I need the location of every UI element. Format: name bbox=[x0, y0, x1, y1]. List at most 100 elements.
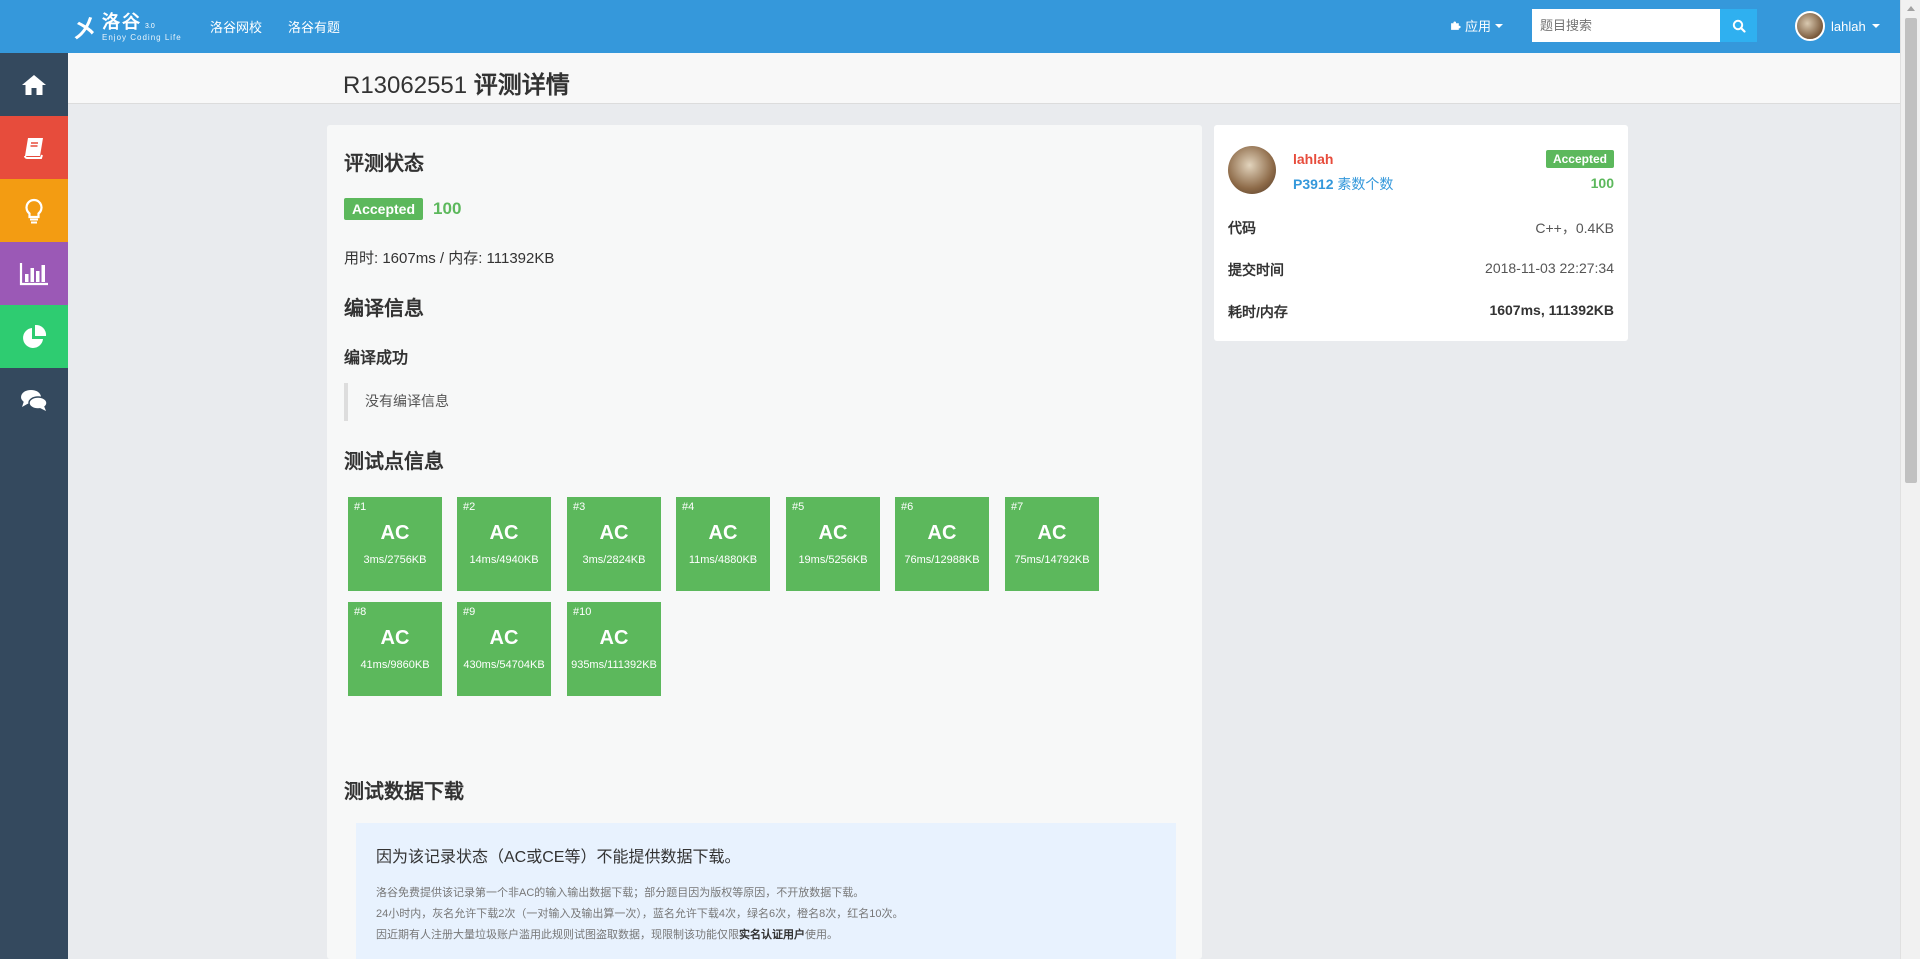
testcase-result: AC bbox=[380, 522, 410, 544]
search-icon bbox=[1732, 19, 1746, 33]
testcase-id: #5 bbox=[792, 501, 805, 513]
sidebar-item-training[interactable] bbox=[0, 179, 68, 242]
page-scrollbar[interactable] bbox=[1900, 0, 1920, 959]
testcase-id: #2 bbox=[463, 501, 476, 513]
search-button[interactable] bbox=[1720, 9, 1757, 42]
search-bar bbox=[1532, 9, 1757, 42]
testcase-result: AC bbox=[1037, 522, 1067, 544]
testcase-id: #6 bbox=[901, 501, 914, 513]
testcase-result: AC bbox=[489, 627, 519, 649]
status-badge: Accepted bbox=[1545, 150, 1614, 168]
testcase-detail: 75ms/14792KB bbox=[1014, 554, 1090, 566]
testcase-9[interactable]: #9 AC 430ms/54704KB bbox=[457, 602, 551, 696]
logo-text: 洛谷 3.0 Enjoy Coding Life bbox=[102, 13, 182, 42]
logo-en: Enjoy Coding Life bbox=[102, 32, 182, 42]
download-main-text: 因为该记录状态（AC或CE等）不能提供数据下载。 bbox=[376, 849, 741, 866]
compile-result: 编译成功 bbox=[344, 350, 409, 367]
summary-problem-link[interactable]: P3912 素数个数 bbox=[1293, 174, 1393, 194]
testcase-id: #3 bbox=[573, 501, 586, 513]
book-icon bbox=[24, 137, 43, 159]
puzzle-icon bbox=[1451, 21, 1461, 30]
testcase-10[interactable]: #10 AC 935ms/111392KB bbox=[567, 602, 661, 696]
scroll-up-arrow[interactable] bbox=[1907, 6, 1915, 11]
testcase-1[interactable]: #1 AC 3ms/2756KB bbox=[348, 497, 442, 591]
testcase-id: #7 bbox=[1011, 501, 1024, 513]
testcase-4[interactable]: #4 AC 11ms/4880KB bbox=[676, 497, 770, 591]
scrollbar-thumb[interactable] bbox=[1905, 18, 1917, 483]
logo-version: 3.0 bbox=[145, 22, 155, 30]
nav-link-school[interactable]: 洛谷网校 bbox=[210, 17, 262, 36]
summary-row-code: 代码 C++，0.4KB bbox=[1228, 218, 1614, 238]
nav-link-problems[interactable]: 洛谷有题 bbox=[288, 17, 340, 36]
testcase-id: #10 bbox=[573, 606, 592, 618]
bulb-icon bbox=[25, 198, 43, 223]
caret-down-icon bbox=[1871, 24, 1880, 28]
logo-cn: 洛谷 bbox=[102, 11, 143, 32]
note3-post: 使用。 bbox=[805, 929, 838, 941]
status-badge: Accepted bbox=[344, 198, 424, 220]
record-id: R13062551 bbox=[343, 72, 468, 99]
chat-icon bbox=[21, 389, 48, 411]
testcase-result: AC bbox=[599, 627, 629, 649]
sidebar-item-discuss[interactable] bbox=[0, 368, 68, 431]
summary-value: 1607ms, 111392KB bbox=[1489, 302, 1614, 318]
avatar bbox=[1795, 11, 1825, 41]
usage-text: 用时: 1607ms / 内存: 111392KB bbox=[344, 250, 555, 267]
summary-key: 代码 bbox=[1228, 220, 1256, 236]
testcase-result: AC bbox=[599, 522, 629, 544]
testcase-8[interactable]: #8 AC 41ms/9860KB bbox=[348, 602, 442, 696]
testcase-result: AC bbox=[927, 522, 957, 544]
problem-id: P3912 bbox=[1293, 176, 1334, 192]
record-detail-card: 评测状态 Accepted 100 用时: 1607ms / 内存: 11139… bbox=[327, 125, 1202, 959]
luogu-logo[interactable]: 㐅 洛谷 3.0 Enjoy Coding Life bbox=[72, 8, 182, 46]
apps-menu[interactable]: 应用 bbox=[1450, 16, 1504, 35]
testcase-id: #9 bbox=[463, 606, 476, 618]
testcase-id: #1 bbox=[354, 501, 367, 513]
summary-value: 2018-11-03 22:27:34 bbox=[1485, 260, 1614, 276]
testcase-detail: 19ms/5256KB bbox=[798, 554, 868, 566]
page-header: R13062551 评测详情 bbox=[68, 53, 1900, 104]
summary-row-time-memory: 耗时/内存 1607ms, 111392KB bbox=[1228, 302, 1614, 322]
status-row: Accepted 100 bbox=[344, 198, 461, 220]
testcase-7[interactable]: #7 AC 75ms/14792KB bbox=[1005, 497, 1099, 591]
search-input[interactable] bbox=[1532, 9, 1720, 42]
sidebar-item-home[interactable] bbox=[0, 53, 68, 116]
summary-username[interactable]: lahlah bbox=[1293, 151, 1333, 167]
testcase-detail: 11ms/4880KB bbox=[688, 554, 758, 566]
pie-chart-icon bbox=[23, 324, 47, 348]
download-note-2: 24小时内，灰名允许下载2次（一对输入及输出算一次），蓝名允许下载4次，绿名6次… bbox=[376, 908, 904, 920]
bar-chart-icon bbox=[19, 262, 48, 285]
testcase-detail: 76ms/12988KB bbox=[904, 554, 980, 566]
sidebar bbox=[0, 53, 68, 959]
nav-links: 洛谷网校 洛谷有题 bbox=[210, 0, 340, 53]
testcase-result: AC bbox=[489, 522, 519, 544]
note3-pre: 因近期有人注册大量垃圾账户滥用此规则试图盗取数据，现限制该功能仅限 bbox=[376, 929, 739, 941]
testcase-result: AC bbox=[818, 522, 848, 544]
sidebar-item-ranking[interactable] bbox=[0, 305, 68, 368]
summary-key: 提交时间 bbox=[1228, 262, 1284, 278]
testcase-detail: 3ms/2824KB bbox=[582, 554, 646, 566]
summary-value: C++，0.4KB bbox=[1535, 220, 1614, 236]
status-heading: 评测状态 bbox=[344, 153, 424, 175]
testcase-2[interactable]: #2 AC 14ms/4940KB bbox=[457, 497, 551, 591]
note3-bold: 实名认证用户 bbox=[739, 929, 805, 941]
username: lahlah bbox=[1831, 18, 1866, 34]
sidebar-item-problems[interactable] bbox=[0, 116, 68, 179]
testcase-detail: 3ms/2756KB bbox=[363, 554, 427, 566]
user-menu[interactable]: lahlah bbox=[1795, 11, 1880, 41]
download-note-1: 洛谷免费提供该记录第一个非AC的输入输出数据下载；部分题目因为版权等原因，不开放… bbox=[376, 887, 865, 899]
sidebar-item-records[interactable] bbox=[0, 242, 68, 305]
summary-score: 100 bbox=[1590, 175, 1614, 191]
record-summary-card: lahlah P3912 素数个数 Accepted 100 代码 C++，0.… bbox=[1214, 125, 1628, 341]
score: 100 bbox=[433, 199, 462, 218]
compile-heading: 编译信息 bbox=[344, 298, 424, 320]
testcase-result: AC bbox=[380, 627, 410, 649]
logo-cn-row: 洛谷 3.0 bbox=[102, 13, 182, 32]
testcase-6[interactable]: #6 AC 76ms/12988KB bbox=[895, 497, 989, 591]
testcase-3[interactable]: #3 AC 3ms/2824KB bbox=[567, 497, 661, 591]
download-note-3: 因近期有人注册大量垃圾账户滥用此规则试图盗取数据，现限制该功能仅限实名认证用户使… bbox=[376, 925, 1156, 946]
testcase-detail: 935ms/111392KB bbox=[571, 659, 657, 671]
testcase-id: #8 bbox=[354, 606, 367, 618]
avatar[interactable] bbox=[1228, 146, 1276, 194]
testcase-5[interactable]: #5 AC 19ms/5256KB bbox=[786, 497, 880, 591]
